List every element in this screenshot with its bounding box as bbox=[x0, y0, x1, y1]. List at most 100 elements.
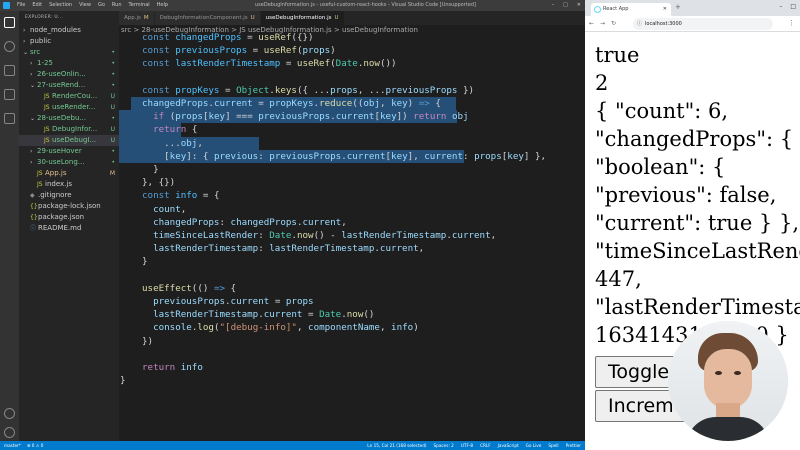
tree-folder[interactable]: › node_modules bbox=[19, 25, 119, 36]
tree-folder[interactable]: ⌄ src • bbox=[19, 47, 119, 58]
status-item[interactable]: Prettier bbox=[566, 441, 581, 450]
status-item[interactable]: JavaScript bbox=[498, 441, 519, 450]
code-line: } bbox=[120, 375, 126, 387]
forward-icon[interactable]: → bbox=[600, 20, 605, 27]
menu-item-selection[interactable]: Selection bbox=[49, 0, 72, 11]
tree-file[interactable]: JS index.js bbox=[19, 179, 119, 190]
maximize-icon[interactable]: □ bbox=[563, 0, 568, 11]
vscode-window: File Edit Selection View Go Run Terminal Help u… bbox=[0, 0, 585, 450]
tree-item-label: RenderCou... bbox=[52, 92, 98, 100]
tree-file[interactable]: ◆ .gitignore bbox=[19, 190, 119, 201]
new-tab-icon[interactable]: + bbox=[675, 3, 681, 11]
code-line: console.log("[debug-info]", componentNam… bbox=[153, 322, 419, 334]
status-item[interactable]: Spaces: 2 bbox=[434, 441, 454, 450]
git-branch-status[interactable]: master* bbox=[4, 441, 21, 450]
tree-folder[interactable]: › 1-25 • bbox=[19, 58, 119, 69]
tree-item-label: 1-25 bbox=[37, 59, 53, 67]
tree-file[interactable]: JS RenderCou... U bbox=[19, 91, 119, 102]
url-text: localhost:3000 bbox=[645, 21, 682, 27]
status-item[interactable]: Ln 15, Col 21 (168 selected) bbox=[367, 441, 426, 450]
status-item[interactable]: Go Live bbox=[526, 441, 542, 450]
tree-folder[interactable]: › public bbox=[19, 36, 119, 47]
reload-icon[interactable]: ↻ bbox=[611, 20, 616, 27]
problems-status[interactable]: ⊗ 0 ⚠ 0 bbox=[27, 441, 44, 450]
extensions-icon[interactable] bbox=[4, 113, 15, 124]
minimize-icon[interactable]: – bbox=[552, 0, 555, 11]
react-favicon-icon bbox=[594, 6, 601, 13]
menu-item-view[interactable]: View bbox=[79, 0, 91, 11]
code-line: const info = { bbox=[142, 190, 220, 202]
editor-tab-label: useDebugInformation.js bbox=[265, 15, 332, 21]
status-item[interactable]: UTF-8 bbox=[461, 441, 473, 450]
tree-item-label: .gitignore bbox=[38, 191, 72, 199]
menu-item-edit[interactable]: Edit bbox=[32, 0, 42, 11]
tree-file[interactable]: JS useRender... U bbox=[19, 102, 119, 113]
editor-area: App.js M DebugInformationComponent.js UuseD… bbox=[119, 11, 585, 441]
menu-item-help[interactable]: Help bbox=[157, 0, 168, 11]
tree-file[interactable]: JS App.js M bbox=[19, 168, 119, 179]
editor-tabs: App.js M DebugInformationComponent.js UuseD… bbox=[119, 11, 585, 25]
close-icon[interactable]: ✕ bbox=[577, 0, 581, 11]
settings-gear-icon[interactable] bbox=[4, 427, 15, 438]
menu-item-terminal[interactable]: Terminal bbox=[129, 0, 150, 11]
presenter-eye bbox=[715, 371, 722, 375]
file-tree: › node_modules › public ⌄ src • › 1-25 • › 26-useOn… bbox=[19, 25, 119, 234]
editor-tab[interactable]: DebugInformationComponent.js U bbox=[154, 11, 261, 25]
menu-item-go[interactable]: Go bbox=[98, 0, 105, 11]
git-status-badge: • bbox=[111, 82, 115, 89]
git-status-badge: U bbox=[110, 104, 115, 111]
explorer-title: EXPLORER: U... bbox=[25, 15, 64, 20]
tree-file[interactable]: JS DebugInfor... U bbox=[19, 124, 119, 135]
browser-menu-icon[interactable]: ⋮ bbox=[788, 19, 795, 27]
tree-item-label: useRender... bbox=[52, 103, 96, 111]
info-icon[interactable]: ⓘ bbox=[637, 18, 642, 30]
window-title: useDebugInformation.js - useful-custom-r… bbox=[255, 2, 476, 8]
browser-minimize-icon[interactable]: – bbox=[779, 3, 782, 10]
tree-folder[interactable]: › 26-useOnlin... • bbox=[19, 69, 119, 80]
tree-file[interactable]: {}package-lock.json bbox=[19, 201, 119, 212]
tree-folder[interactable]: ⌄ 27-useRend... • bbox=[19, 80, 119, 91]
menu-item-file[interactable]: File bbox=[17, 0, 25, 11]
status-item[interactable]: Spell bbox=[548, 441, 558, 450]
code-line: return info bbox=[142, 362, 203, 373]
address-bar[interactable]: ⓘ localhost:3000 bbox=[633, 18, 773, 30]
chevron-right-icon: › bbox=[23, 38, 26, 45]
tree-file[interactable]: {}package.json bbox=[19, 212, 119, 223]
source-control-icon[interactable] bbox=[4, 65, 15, 76]
tree-file[interactable]: ⓘ README.md bbox=[19, 223, 119, 234]
git-status-badge: • bbox=[111, 71, 115, 78]
explorer-sidebar: EXPLORER: U... › node_modules › public ⌄ src •… bbox=[19, 11, 119, 441]
file-type-icon: JS bbox=[44, 93, 50, 100]
run-debug-icon[interactable] bbox=[4, 89, 15, 100]
code-editor[interactable]: const changedProps = useRef({}) const pre… bbox=[119, 32, 585, 441]
tree-file[interactable]: JS useDebugI... U bbox=[19, 135, 119, 146]
tree-item-label: package-lock.json bbox=[38, 202, 101, 210]
file-type-icon: JS bbox=[44, 126, 50, 133]
status-item[interactable]: CRLF bbox=[480, 441, 491, 450]
chevron-right-icon: › bbox=[23, 27, 26, 34]
back-icon[interactable]: ← bbox=[589, 20, 594, 27]
code-line: }, {}) bbox=[142, 177, 176, 189]
code-line: lastRenderTimestamp: lastRenderTimestamp… bbox=[153, 243, 425, 255]
browser-maximize-icon[interactable]: □ bbox=[790, 3, 796, 10]
account-icon[interactable] bbox=[4, 408, 15, 419]
tree-item-label: 27-useRend... bbox=[37, 81, 86, 89]
tree-item-label: node_modules bbox=[30, 26, 81, 34]
tree-folder[interactable]: › 29-useHover • bbox=[19, 146, 119, 157]
chevron-down-icon: ⌄ bbox=[30, 115, 36, 122]
tree-item-label: 30-useLong... bbox=[37, 158, 85, 166]
tree-folder[interactable]: ⌄ 28-useDebu... • bbox=[19, 113, 119, 124]
tab-close-icon[interactable]: ✕ bbox=[663, 3, 667, 16]
browser-tab[interactable]: React App ✕ bbox=[591, 3, 671, 16]
git-status-badge: U bbox=[110, 137, 115, 144]
git-status-badge: • bbox=[111, 159, 115, 166]
editor-tab[interactable]: App.js M bbox=[119, 11, 155, 25]
tree-item-label: README.md bbox=[38, 224, 82, 232]
tab-status-mark: M bbox=[143, 15, 149, 21]
editor-tab[interactable]: useDebugInformation.js U bbox=[260, 11, 345, 25]
menu-item-run[interactable]: Run bbox=[112, 0, 122, 11]
chevron-right-icon: › bbox=[30, 60, 33, 67]
search-icon[interactable] bbox=[4, 41, 15, 52]
tree-folder[interactable]: › 30-useLong... • bbox=[19, 157, 119, 168]
explorer-icon[interactable] bbox=[4, 17, 15, 28]
